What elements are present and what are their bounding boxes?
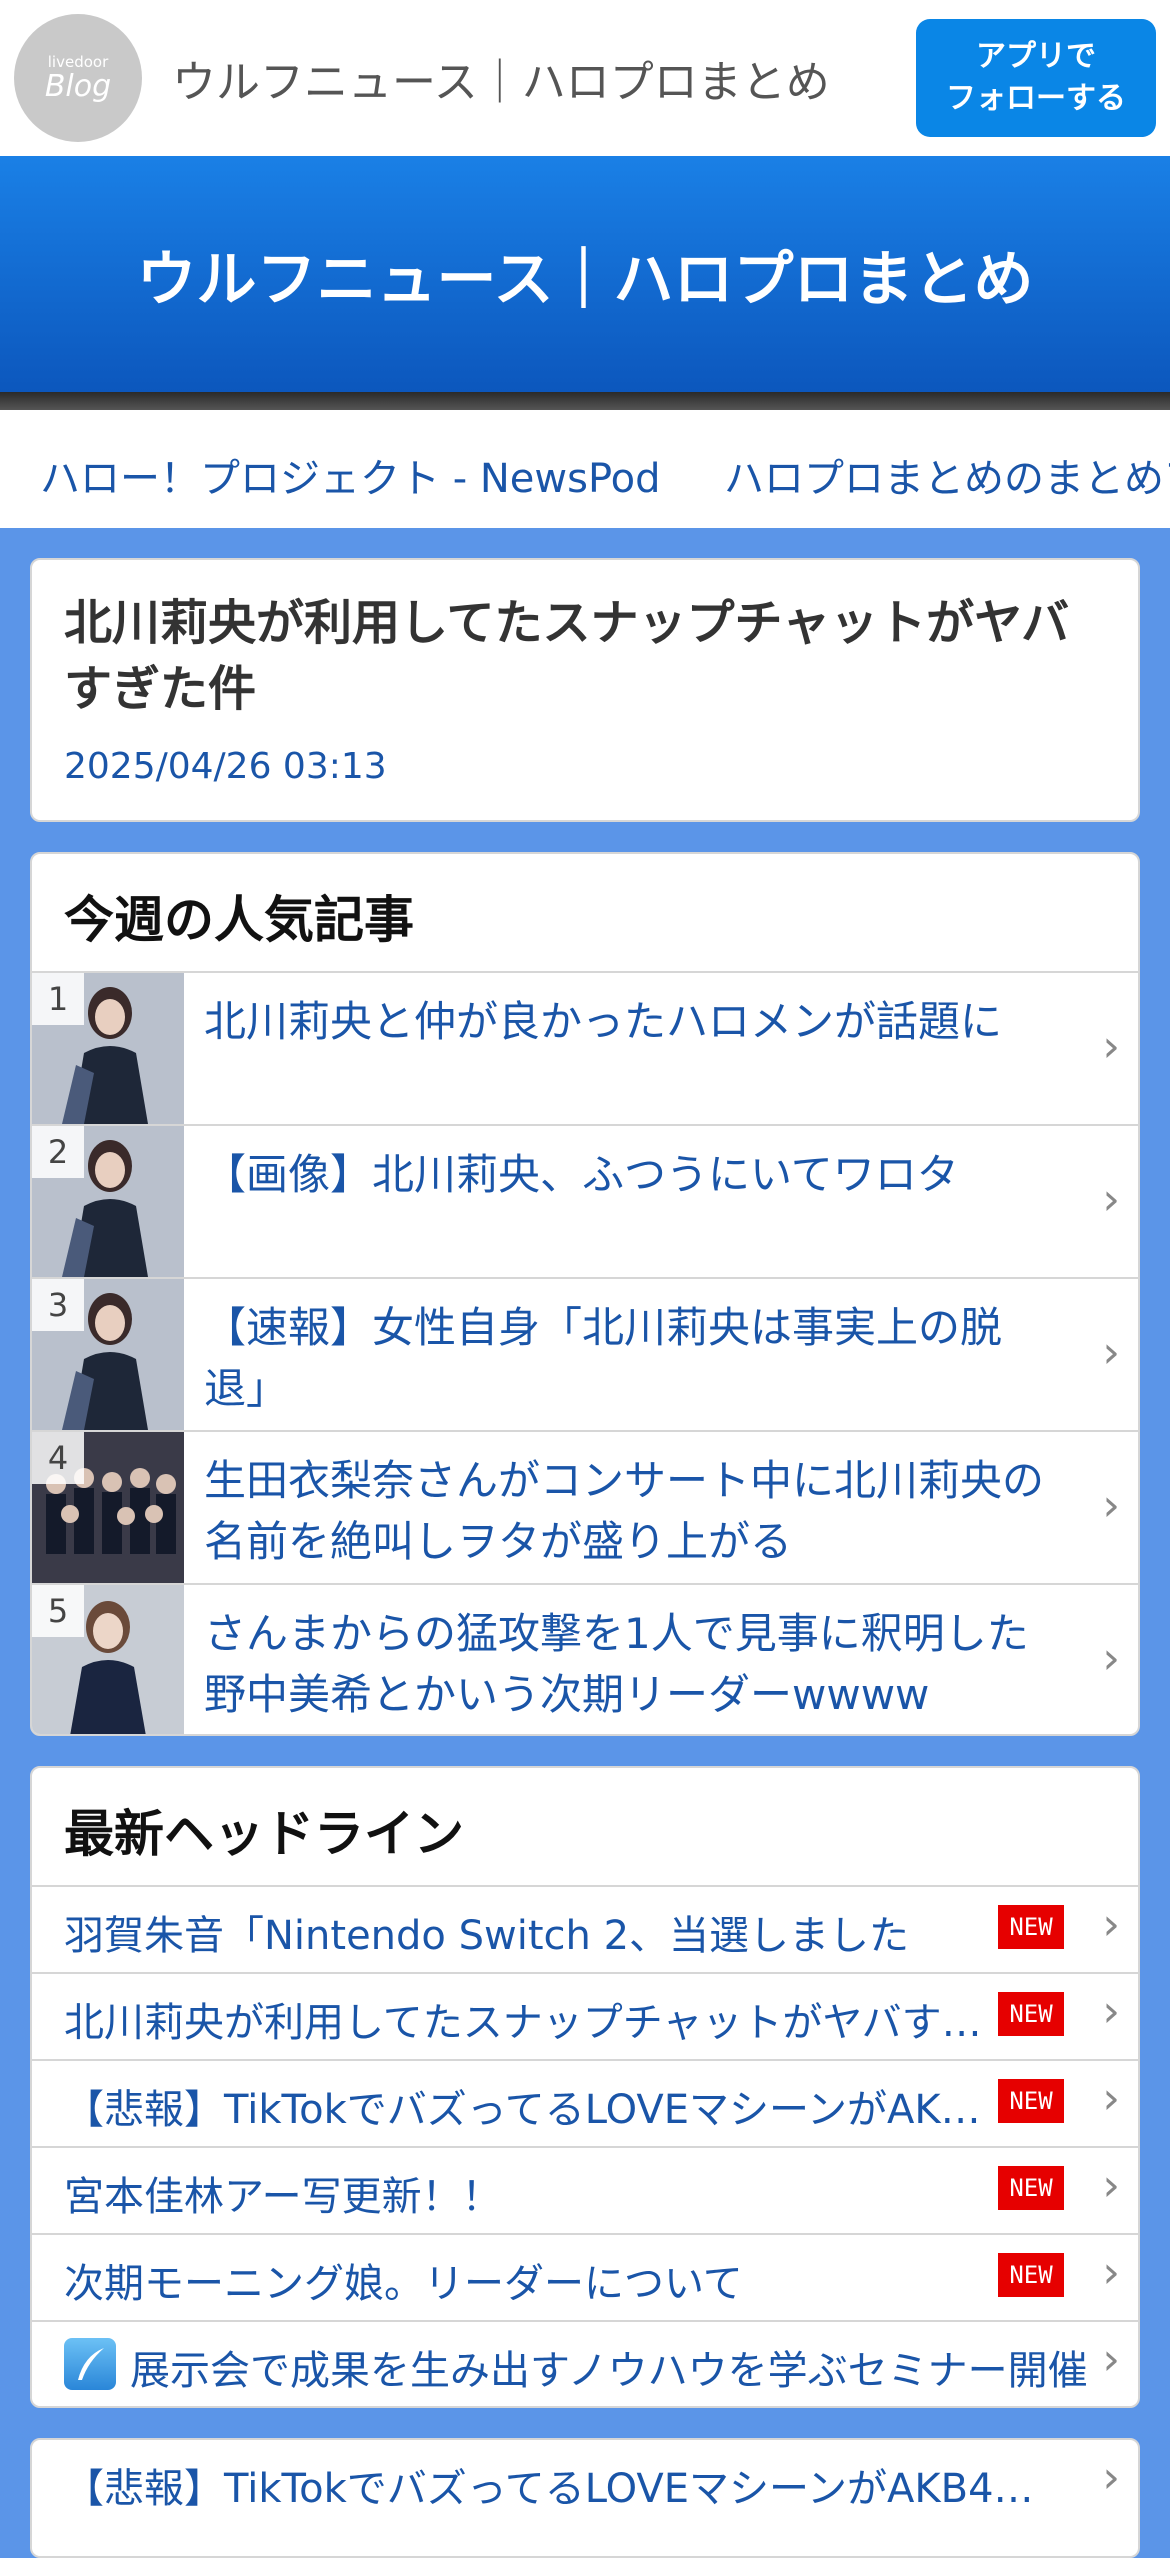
headline-text: 北川莉央が利用してたスナップチャットがヤバすぎた件 — [64, 2000, 994, 2046]
site-title[interactable]: ウルフニュース｜ハロプロまとめ — [172, 46, 830, 110]
new-badge: NEW — [998, 1905, 1064, 1949]
chevron-right-icon: › — [1102, 2334, 1120, 2385]
headline-item-1[interactable]: 羽賀朱音「Nintendo Switch 2、当選しました NEW › — [32, 1885, 1138, 1972]
link-bar: ハロー！プロジェクト - NewsPod ハロプロまとめのまとめア — [0, 410, 1170, 528]
headline-text: 宮本佳林アー写更新！！ — [64, 2174, 502, 2220]
new-badge: NEW — [998, 2253, 1064, 2297]
rank-title: さんまからの猛攻撃を1人で見事に釈明した野中美希とかいう次期リーダーwwww — [204, 1609, 1029, 1720]
follow-button-line2: フォローする — [946, 81, 1126, 116]
rank-title: 【画像】北川莉央、ふつうにいてワロタ — [204, 1150, 959, 1199]
link-matome[interactable]: ハロプロまとめのまとめア — [724, 446, 1170, 504]
headline-text: 羽賀朱音「Nintendo Switch 2、当選しました — [64, 1913, 910, 1959]
article-header-card: 北川莉央が利用してたスナップチャットがヤバすぎた件 2025/04/26 03:… — [30, 558, 1140, 822]
headline-item-3[interactable]: 【悲報】TikTokでバズってるLOVEマシーンがAKB48 NEW › — [32, 2059, 1138, 2146]
new-badge: NEW — [998, 2079, 1064, 2123]
headline-ad-item[interactable]: 展示会で成果を生み出すノウハウを学ぶセミナー開催 › — [32, 2320, 1138, 2406]
related-articles-card: 【悲報】TikTokでバズってるLOVEマシーンがAKB48のコピー › — [30, 2438, 1140, 2558]
banner-divider — [0, 392, 1170, 410]
rank-item-2[interactable]: 2 【画像】北川莉央、ふつうにいてワロタ › — [32, 1124, 1138, 1277]
latest-headlines-card: 最新ヘッドライン 羽賀朱音「Nintendo Switch 2、当選しました N… — [30, 1766, 1140, 2408]
new-badge: NEW — [998, 2166, 1064, 2210]
logo-small-text: livedoor — [47, 52, 109, 71]
rank-title: 北川莉央と仲が良かったハロメンが話題に — [204, 997, 1003, 1046]
rank-number: 1 — [32, 973, 84, 1025]
rank-thumbnail: 4 — [32, 1432, 184, 1583]
related-article-text: 【悲報】TikTokでバズってるLOVEマシーンがAKB48のコピー — [64, 2466, 1054, 2512]
rank-number: 4 — [32, 1432, 84, 1484]
latest-headlines-title: 最新ヘッドライン — [64, 1805, 464, 1863]
headline-item-2[interactable]: 北川莉央が利用してたスナップチャットがヤバすぎた件 NEW › — [32, 1972, 1138, 2059]
follow-app-button[interactable]: アプリで フォローする — [916, 19, 1156, 137]
chevron-right-icon: › — [1102, 2452, 1120, 2503]
headline-text: 次期モーニング娘。リーダーについて — [64, 2261, 743, 2307]
related-article-item[interactable]: 【悲報】TikTokでバズってるLOVEマシーンがAKB48のコピー › — [32, 2440, 1138, 2526]
new-badge: NEW — [998, 1992, 1064, 2036]
rank-thumbnail: 5 — [32, 1585, 184, 1734]
blog-header-title: ウルフニュース｜ハロプロまとめ — [136, 244, 1034, 315]
rank-title: 【速報】女性自身「北川莉央は事実上の脱退」 — [204, 1303, 1003, 1414]
chevron-right-icon: › — [1102, 1480, 1120, 1531]
rank-item-5[interactable]: 5 さんまからの猛攻撃を1人で見事に釈明した野中美希とかいう次期リーダーwwww… — [32, 1583, 1138, 1734]
weekly-popular-title: 今週の人気記事 — [64, 891, 414, 949]
headline-item-5[interactable]: 次期モーニング娘。リーダーについて NEW › — [32, 2233, 1138, 2320]
follow-button-line1: アプリで — [976, 39, 1096, 74]
chevron-right-icon: › — [1102, 1986, 1120, 2037]
chevron-right-icon: › — [1102, 1899, 1120, 1950]
ad-text: 展示会で成果を生み出すノウハウを学ぶセミナー開催 — [130, 2348, 1088, 2394]
article-date: 2025/04/26 03:13 — [64, 746, 387, 787]
logo-big-text: Blog — [44, 68, 112, 104]
chevron-right-icon: › — [1102, 1174, 1120, 1225]
livedoor-blog-logo[interactable]: livedoor Blog — [14, 14, 142, 142]
chevron-right-icon: › — [1102, 1633, 1120, 1684]
top-bar: livedoor Blog ウルフニュース｜ハロプロまとめ アプリで フォローす… — [0, 0, 1170, 156]
link-newspod[interactable]: ハロー！プロジェクト - NewsPod — [40, 446, 661, 504]
rank-item-4[interactable]: 4 生田衣梨奈さんがコンサート中に北川莉央の名前を絶叫しヲタが盛り上がる › — [32, 1430, 1138, 1583]
rank-thumbnail: 2 — [32, 1126, 184, 1277]
chevron-right-icon: › — [1102, 2247, 1120, 2298]
rank-title: 生田衣梨奈さんがコンサート中に北川莉央の名前を絶叫しヲタが盛り上がる — [204, 1456, 1045, 1567]
rank-item-1[interactable]: 1 北川莉央と仲が良かったハロメンが話題に › — [32, 971, 1138, 1124]
article-title: 北川莉央が利用してたスナップチャットがヤバすぎた件 — [64, 595, 1070, 718]
rank-thumbnail: 3 — [32, 1279, 184, 1430]
rank-item-3[interactable]: 3 【速報】女性自身「北川莉央は事実上の脱退」 › — [32, 1277, 1138, 1430]
weekly-popular-card: 今週の人気記事 1 北川莉央と仲が良かったハロメンが話題に › 2 【画像】北川… — [30, 852, 1140, 1736]
rank-thumbnail: 1 — [32, 973, 184, 1124]
chevron-right-icon: › — [1102, 2160, 1120, 2211]
headline-text: 【悲報】TikTokでバズってるLOVEマシーンがAKB48 — [64, 2087, 994, 2133]
rank-number: 2 — [32, 1126, 84, 1178]
chevron-right-icon: › — [1102, 1021, 1120, 1072]
rank-number: 3 — [32, 1279, 84, 1331]
chevron-right-icon: › — [1102, 2073, 1120, 2124]
ad-feather-icon — [64, 2338, 116, 2390]
blog-header-banner[interactable]: ウルフニュース｜ハロプロまとめ — [0, 156, 1170, 392]
rank-number: 5 — [32, 1585, 84, 1637]
chevron-right-icon: › — [1102, 1327, 1120, 1378]
headline-item-4[interactable]: 宮本佳林アー写更新！！ NEW › — [32, 2146, 1138, 2233]
